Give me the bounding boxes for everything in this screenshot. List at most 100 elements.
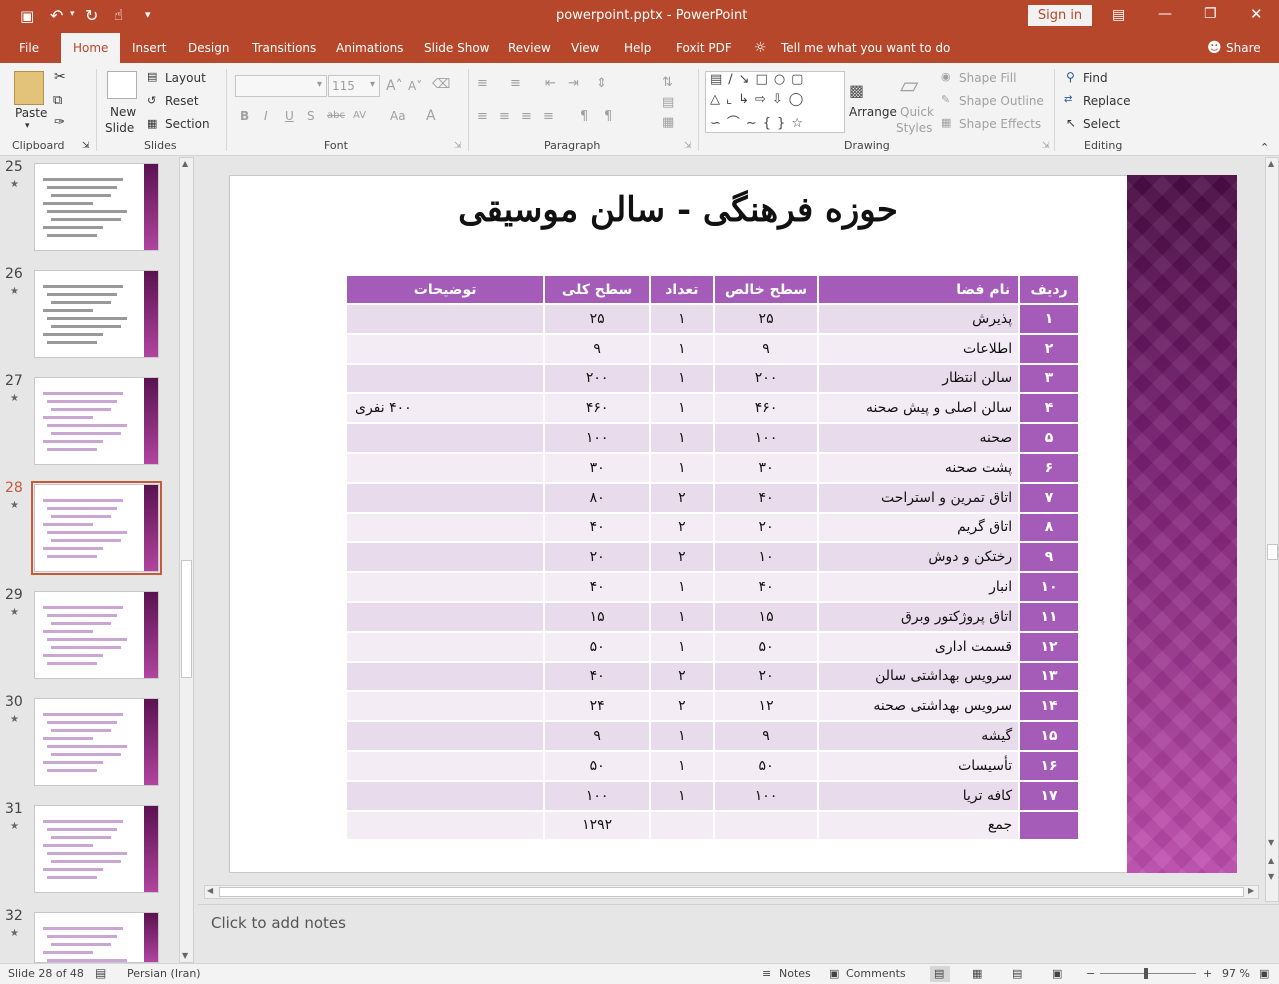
font-launcher-icon[interactable]: ⇲ [454, 141, 462, 151]
shapes-row-3[interactable]: ∽⌒∼{}☆ [710, 112, 809, 131]
tab-design[interactable]: Design [188, 33, 229, 63]
font-color-button[interactable]: A [426, 108, 436, 124]
space-name-cell[interactable]: پذیرش [817, 303, 1021, 335]
count-cell[interactable]: ۲ [648, 541, 715, 574]
touch-mode-icon[interactable]: ☝ [114, 6, 123, 24]
space-name-cell[interactable]: سالن اصلی و پیش صحنه [817, 392, 1021, 425]
row-number-cell[interactable]: ۷ [1018, 481, 1080, 514]
net-area-cell[interactable]: ۲۵ [712, 303, 820, 335]
total-area-cell[interactable]: ۹ [543, 332, 651, 365]
count-cell[interactable]: ۲ [648, 660, 715, 693]
undo-dropdown-icon[interactable]: ▾ [70, 9, 75, 19]
row-number-cell[interactable]: ۱۷ [1018, 779, 1080, 812]
description-cell[interactable] [344, 749, 546, 782]
shapes-row-1[interactable]: ▤∕↘□○▢ [710, 72, 809, 87]
scroll-left-icon[interactable]: ◀ [207, 886, 213, 895]
smartart-icon[interactable]: ▦ [662, 115, 674, 130]
align-text-icon[interactable]: ▤ [662, 95, 674, 110]
horizontal-scroll-thumb[interactable] [219, 887, 1244, 897]
sign-in-button[interactable]: Sign in [1028, 5, 1092, 26]
net-area-cell[interactable]: ۲۰ [712, 660, 820, 693]
row-number-cell[interactable]: ۹ [1018, 541, 1080, 574]
increase-indent-icon[interactable]: ⇥ [568, 76, 579, 91]
net-area-cell[interactable]: ۵۰ [712, 749, 820, 782]
shrink-font-button[interactable]: A˅ [408, 79, 422, 93]
font-size-box[interactable]: 115 ▾ [328, 75, 380, 97]
net-area-cell[interactable]: ۴۰ [712, 571, 820, 603]
cut-icon[interactable]: ✂ [54, 69, 66, 85]
slide-thumbnail[interactable] [34, 698, 159, 786]
space-name-cell[interactable]: سالن انتظار [817, 362, 1021, 395]
count-cell[interactable]: ۱ [648, 720, 715, 752]
tab-transitions[interactable]: Transitions [252, 33, 316, 63]
table-row[interactable]: جمع ۱۲۹۲ [344, 809, 1080, 842]
close-button[interactable]: ✕ [1250, 5, 1263, 23]
strikethrough-button[interactable]: abc [327, 110, 345, 121]
previous-slide-icon[interactable]: ▲ [1268, 856, 1274, 865]
total-area-cell[interactable]: ۱۲۹۲ [543, 809, 651, 842]
net-area-cell[interactable] [712, 809, 820, 842]
select-button[interactable]: Select [1083, 117, 1120, 131]
total-area-cell[interactable]: ۴۰ [543, 571, 651, 603]
zoom-slider[interactable] [1100, 973, 1196, 974]
row-number-cell[interactable]: ۲ [1018, 332, 1080, 365]
space-name-cell[interactable]: رختکن و دوش [817, 541, 1021, 574]
count-cell[interactable]: ۱ [648, 392, 715, 425]
net-area-cell[interactable]: ۱۰۰ [712, 779, 820, 812]
table-row[interactable]: ۱۴ سرویس بهداشتی صحنه ۱۲ ۲ ۲۴ [344, 690, 1080, 723]
count-cell[interactable]: ۱ [648, 362, 715, 395]
change-case-button[interactable]: Aa [390, 109, 406, 123]
table-row[interactable]: ۱۵ گیشه ۹ ۱ ۹ [344, 720, 1080, 752]
undo-icon[interactable]: ↶ [50, 6, 63, 25]
shapes-gallery[interactable]: ▤∕↘□○▢ △⌞↳⇨⇩◯ ∽⌒∼{}☆ [705, 71, 845, 133]
italic-button[interactable]: I [264, 109, 268, 123]
zoom-in-button[interactable]: + [1203, 967, 1212, 980]
restore-button[interactable]: ❐ [1204, 6, 1217, 22]
table-row[interactable]: ۲ اطلاعات ۹ ۱ ۹ [344, 332, 1080, 365]
net-area-cell[interactable]: ۹ [712, 332, 820, 365]
shapes-row-2[interactable]: △⌞↳⇨⇩◯ [710, 92, 809, 107]
tab-slide-show[interactable]: Slide Show [424, 33, 489, 63]
shape-effects-button[interactable]: Shape Effects [959, 117, 1041, 131]
slideshow-icon[interactable]: ▣ [1052, 967, 1062, 980]
table-row[interactable]: ۹ رختکن و دوش ۱۰ ۲ ۲۰ [344, 541, 1080, 574]
total-area-cell[interactable]: ۱۰۰ [543, 779, 651, 812]
scroll-up-icon[interactable]: ▲ [182, 159, 188, 168]
description-cell[interactable] [344, 630, 546, 663]
count-cell[interactable]: ۱ [648, 630, 715, 663]
description-cell[interactable]: ۴۰۰ نفری [344, 392, 546, 425]
save-icon[interactable]: ▣ [20, 7, 34, 25]
net-area-cell[interactable]: ۵۰ [712, 630, 820, 663]
justify-icon[interactable]: ≡ [543, 109, 554, 124]
table-row[interactable]: ۱۱ اتاق پروژکتور وبرق ۱۵ ۱ ۱۵ [344, 600, 1080, 633]
replace-button[interactable]: Replace [1083, 94, 1130, 108]
section-icon[interactable]: ▦ [147, 117, 157, 130]
net-area-cell[interactable]: ۴۰ [712, 481, 820, 514]
space-name-cell[interactable]: جمع [817, 809, 1021, 842]
bullets-icon[interactable]: ≡ [477, 76, 488, 91]
description-cell[interactable] [344, 303, 546, 335]
space-name-cell[interactable]: پشت صحنه [817, 451, 1021, 484]
count-cell[interactable]: ۱ [648, 451, 715, 484]
total-area-cell[interactable]: ۹ [543, 720, 651, 752]
total-area-cell[interactable]: ۸۰ [543, 481, 651, 514]
table-row[interactable]: ۶ پشت صحنه ۳۰ ۱ ۳۰ [344, 451, 1080, 484]
find-button[interactable]: Find [1083, 71, 1108, 85]
row-number-cell[interactable]: ۶ [1018, 451, 1080, 484]
description-cell[interactable] [344, 332, 546, 365]
layout-button[interactable]: Layout [165, 71, 206, 85]
tab-foxit-pdf[interactable]: Foxit PDF [676, 33, 732, 63]
count-cell[interactable]: ۱ [648, 332, 715, 365]
description-cell[interactable] [344, 511, 546, 544]
quick-styles-label-1[interactable]: Quick [900, 105, 934, 119]
arrange-button[interactable]: Arrange [849, 105, 897, 119]
space-name-cell[interactable]: انبار [817, 571, 1021, 603]
tab-review[interactable]: Review [508, 33, 551, 63]
space-name-cell[interactable]: اتاق تمرین و استراحت [817, 481, 1021, 514]
total-area-cell[interactable]: ۲۵ [543, 303, 651, 335]
underline-button[interactable]: U [285, 109, 294, 123]
tab-view[interactable]: View [571, 33, 599, 63]
editor-horizontal-scrollbar[interactable]: ◀ ▶ [204, 885, 1259, 899]
scroll-down-icon[interactable]: ▼ [182, 951, 188, 960]
space-name-cell[interactable]: سرویس بهداشتی صحنه [817, 690, 1021, 723]
